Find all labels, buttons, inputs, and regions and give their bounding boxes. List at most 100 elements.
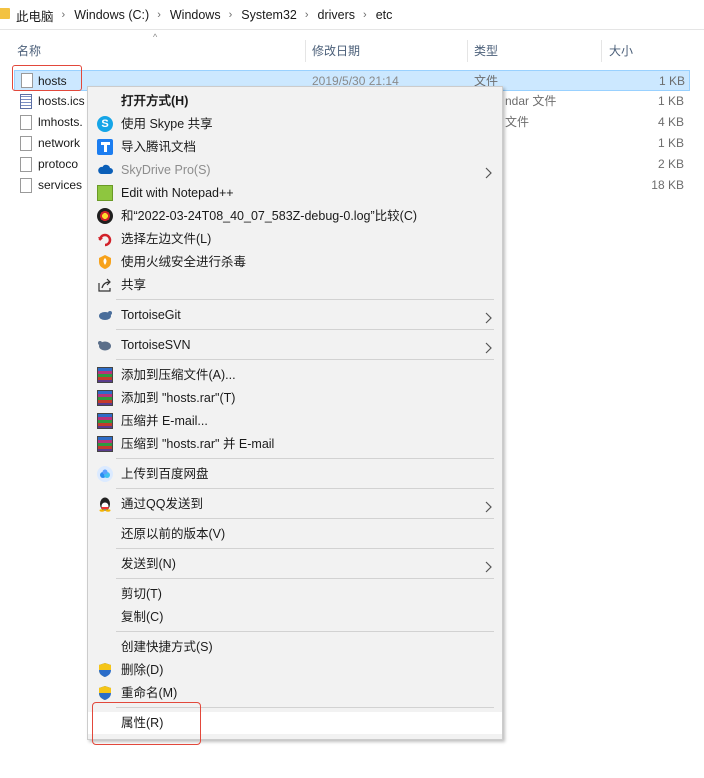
menu-separator [116, 488, 494, 489]
file-type: 文件 [505, 115, 530, 129]
file-name: protoco [38, 157, 79, 171]
notepad-plus-plus-icon [97, 185, 113, 201]
annotation-highlight-hosts [12, 65, 82, 91]
chevron-right-icon[interactable]: › [157, 9, 161, 21]
chevron-right-icon [482, 498, 494, 513]
menu-item-create-shortcut[interactable]: 创建快捷方式(S) [88, 636, 502, 658]
column-date[interactable]: 修改日期 [312, 38, 360, 64]
menu-separator [116, 299, 494, 300]
file-icon [20, 136, 32, 151]
menu-item-delete[interactable]: 删除(D) [88, 659, 502, 681]
qq-icon [97, 496, 113, 512]
menu-item-restore-previous-versions[interactable]: 还原以前的版本(V) [88, 523, 502, 545]
menu-item-tortoisesvn[interactable]: TortoiseSVN [88, 334, 502, 356]
column-size[interactable]: 大小 [609, 38, 633, 64]
menu-item-compress-to-hosts-rar-email[interactable]: 压缩到 "hosts.rar" 并 E-mail [88, 433, 502, 455]
menu-separator [116, 458, 494, 459]
file-size: 18 KB [651, 178, 684, 192]
file-size: 1 KB [657, 94, 684, 108]
menu-separator [116, 359, 494, 360]
compare-icon [97, 208, 113, 224]
sort-ascending-icon: ^ [153, 32, 158, 42]
huorong-icon [97, 254, 113, 270]
winrar-icon [97, 390, 113, 406]
file-size: 2 KB [657, 157, 684, 171]
folder-icon [0, 8, 10, 19]
uac-shield-icon [97, 685, 113, 701]
menu-item-select-left[interactable]: 选择左边文件(L) [88, 228, 502, 250]
menu-item-skype-share[interactable]: S 使用 Skype 共享 [88, 113, 502, 135]
winrar-icon [97, 413, 113, 429]
chevron-right-icon[interactable]: › [363, 9, 367, 21]
winrar-icon [97, 367, 113, 383]
menu-item-cut[interactable]: 剪切(T) [88, 583, 502, 605]
column-type[interactable]: 类型 [474, 38, 498, 64]
chevron-right-icon [482, 558, 494, 573]
menu-item-compress-email[interactable]: 压缩并 E-mail... [88, 410, 502, 432]
menu-item-add-to-archive[interactable]: 添加到压缩文件(A)... [88, 364, 502, 386]
select-left-icon [97, 231, 113, 247]
breadcrumb-item[interactable]: drivers [318, 8, 356, 22]
file-size: 4 KB [657, 115, 684, 129]
file-size: 1 KB [657, 136, 684, 150]
menu-item-huorong-scan[interactable]: 使用火绒安全进行杀毒 [88, 251, 502, 273]
file-icon [20, 178, 32, 193]
breadcrumb-item[interactable]: etc [376, 8, 393, 22]
menu-item-open-with[interactable]: 打开方式(H) [88, 90, 502, 112]
annotation-highlight-properties [92, 702, 201, 745]
breadcrumb: 此电脑 › Windows (C:) › Windows › System32 … [16, 0, 392, 30]
menu-item-baidu-netdisk[interactable]: 上传到百度网盘 [88, 463, 502, 485]
breadcrumb-item[interactable]: Windows (C:) [74, 8, 149, 22]
menu-separator [116, 631, 494, 632]
chevron-right-icon[interactable]: › [62, 9, 66, 21]
file-size: 1 KB [658, 74, 685, 88]
menu-separator [116, 329, 494, 330]
chevron-right-icon [482, 164, 494, 179]
column-divider[interactable] [467, 40, 468, 62]
context-menu: 打开方式(H) S 使用 Skype 共享 导入腾讯文档 SkyDrive Pr… [87, 86, 503, 740]
file-icon [20, 115, 32, 130]
menu-item-notepad-plus-plus[interactable]: Edit with Notepad++ [88, 182, 502, 204]
chevron-right-icon[interactable]: › [305, 9, 309, 21]
chevron-right-icon[interactable]: › [229, 9, 233, 21]
breadcrumb-item[interactable]: 此电脑 [16, 6, 54, 25]
breadcrumb-item[interactable]: System32 [241, 8, 297, 22]
menu-item-rename[interactable]: 重命名(M) [88, 682, 502, 704]
menu-item-compare[interactable]: 和“2022-03-24T08_40_07_583Z-debug-0.log”比… [88, 205, 502, 227]
file-type: ndar 文件 [505, 94, 557, 108]
tencent-docs-icon [97, 139, 113, 155]
menu-item-send-to[interactable]: 发送到(N) [88, 553, 502, 575]
column-header: 名称 修改日期 类型 大小 [0, 38, 692, 64]
address-bar[interactable]: 此电脑 › Windows (C:) › Windows › System32 … [0, 0, 704, 30]
menu-separator [116, 548, 494, 549]
file-name: services [38, 178, 83, 192]
breadcrumb-item[interactable]: Windows [170, 8, 221, 22]
uac-shield-icon [97, 662, 113, 678]
menu-item-tencent-docs[interactable]: 导入腾讯文档 [88, 136, 502, 158]
chevron-right-icon [482, 339, 494, 354]
column-divider[interactable] [601, 40, 602, 62]
menu-item-share[interactable]: 共享 [88, 274, 502, 296]
file-name: lmhosts. [38, 115, 83, 129]
menu-item-send-via-qq[interactable]: 通过QQ发送到 [88, 493, 502, 515]
chevron-right-icon [482, 309, 494, 324]
skydrive-icon [97, 162, 113, 178]
menu-item-tortoisegit[interactable]: TortoiseGit [88, 304, 502, 326]
share-icon [97, 277, 113, 293]
tortoisegit-icon [97, 307, 113, 323]
tortoisesvn-icon [97, 337, 113, 353]
menu-item-add-to-hosts-rar[interactable]: 添加到 "hosts.rar"(T) [88, 387, 502, 409]
menu-item-skydrive-pro[interactable]: SkyDrive Pro(S) [88, 159, 502, 181]
column-divider[interactable] [305, 40, 306, 62]
file-name: hosts.ics [38, 94, 85, 108]
menu-item-copy[interactable]: 复制(C) [88, 606, 502, 628]
baidu-netdisk-icon [97, 466, 113, 482]
file-icon [20, 157, 32, 172]
menu-separator [116, 578, 494, 579]
winrar-icon [97, 436, 113, 452]
menu-separator [116, 518, 494, 519]
column-name[interactable]: 名称 [17, 38, 41, 64]
file-name: network [38, 136, 81, 150]
calendar-file-icon [20, 94, 32, 109]
skype-icon: S [97, 116, 113, 132]
